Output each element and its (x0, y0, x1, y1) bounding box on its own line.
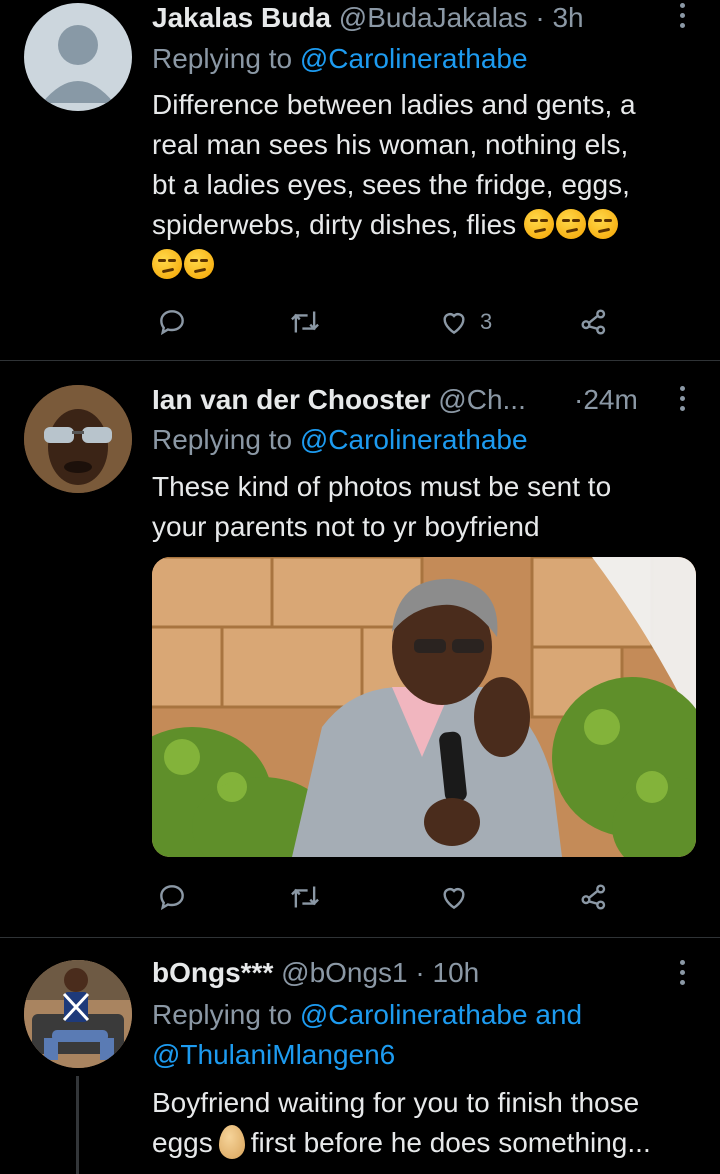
tweet-text-fragment: eggs (152, 1127, 213, 1158)
smirking-face-emoji (555, 209, 586, 239)
share-button[interactable] (578, 302, 610, 342)
tweet-header: Ian van der Chooster @Ch... (152, 384, 630, 416)
separator-dot: · (574, 384, 584, 415)
tweet-text: These kind of photos must be sent to you… (152, 467, 692, 547)
mention-link[interactable]: @Carolinerathabe (300, 43, 528, 74)
tweet-text-line: Boyfriend waiting for you to finish thos… (152, 1087, 640, 1118)
replying-and: and (527, 999, 583, 1030)
more-options-icon[interactable] (678, 386, 686, 411)
reply-icon (160, 885, 184, 911)
tweet-actions (152, 877, 622, 917)
tweet-text-line-with-emoji: eggs first before he does something... (152, 1123, 712, 1163)
author-handle[interactable]: @bOngs1 (281, 957, 408, 988)
tweet-time-group: ·24m (574, 384, 638, 416)
share-icon (581, 309, 606, 335)
author-handle[interactable]: @Ch... (438, 384, 526, 415)
tweet-text-line: bt a ladies eyes, sees the fridge, eggs, (152, 169, 630, 200)
replying-to: Replying to @Carolinerathabe (152, 424, 528, 456)
replying-to: Replying to @Carolinerathabe and (152, 999, 582, 1031)
replying-prefix: Replying to (152, 999, 300, 1030)
retweet-icon (291, 311, 319, 333)
like-button[interactable]: 3 (438, 302, 492, 342)
tweet-text-line: Difference between ladies and gents, a (152, 89, 636, 120)
tweet-photo[interactable] (152, 557, 696, 857)
avatar-ian[interactable] (24, 385, 132, 493)
share-button[interactable] (578, 877, 610, 917)
like-button[interactable] (438, 877, 470, 917)
author-name[interactable]: Ian van der Chooster (152, 384, 431, 415)
tweet-text-line: your parents not to yr boyfriend (152, 511, 540, 542)
smirking-face-emoji (152, 249, 182, 279)
more-options-icon[interactable] (678, 3, 686, 28)
tweet-text: Difference between ladies and gents, a r… (152, 85, 692, 285)
emoji-line (152, 245, 692, 285)
heart-icon (443, 313, 465, 335)
replying-prefix: Replying to (152, 424, 300, 455)
timestamp[interactable]: 24m (583, 384, 637, 415)
author-name[interactable]: bOngs*** (152, 957, 273, 988)
mention-link[interactable]: @Carolinerathabe (300, 424, 528, 455)
retweet-button[interactable] (288, 877, 322, 917)
avatar-default[interactable] (24, 3, 132, 111)
tweet-header: bOngs*** @bOngs1 · 10h (152, 957, 660, 989)
tweet-3[interactable]: bOngs*** @bOngs1 · 10h Replying to @Caro… (0, 938, 720, 1174)
tweet-text-line: These kind of photos must be sent to (152, 471, 612, 502)
tweet-actions: 3 (152, 302, 622, 342)
retweet-icon (291, 886, 319, 908)
tweet-header: Jakalas Buda @BudaJakalas · 3h (152, 2, 660, 34)
replying-to: Replying to @Carolinerathabe (152, 43, 528, 75)
smirking-face-emoji (184, 249, 214, 279)
reply-icon (160, 310, 184, 336)
share-icon (581, 884, 606, 910)
tweet-1[interactable]: Jakalas Buda @BudaJakalas · 3h Replying … (0, 0, 720, 360)
tweet-text-line: real man sees his woman, nothing els, (152, 129, 629, 160)
like-count: 3 (480, 309, 493, 334)
author-handle[interactable]: @BudaJakalas (339, 2, 528, 33)
reply-button[interactable] (156, 302, 188, 342)
tweet-text-line-with-emoji: spiderwebs, dirty dishes, flies (152, 205, 692, 245)
mention-link[interactable]: @Carolinerathabe (300, 999, 528, 1030)
thread-line (76, 1076, 79, 1174)
replying-to-line-2: @ThulaniMlangen6 (152, 1039, 395, 1071)
smirking-face-emoji (587, 209, 618, 239)
retweet-button[interactable] (288, 302, 322, 342)
mention-link[interactable]: @ThulaniMlangen6 (152, 1039, 395, 1070)
smirking-face-emoji (523, 209, 554, 239)
heart-icon (443, 888, 465, 910)
avatar-bongs[interactable] (24, 960, 132, 1068)
tweet-text-fragment: first before he does something... (250, 1127, 651, 1158)
more-options-icon[interactable] (678, 960, 686, 985)
tweet-text: Boyfriend waiting for you to finish thos… (152, 1083, 712, 1163)
egg-emoji (218, 1125, 245, 1159)
separator-dot: · (535, 2, 545, 33)
timestamp[interactable]: 3h (552, 2, 583, 33)
separator-dot: · (415, 957, 425, 988)
replying-prefix: Replying to (152, 43, 300, 74)
timestamp[interactable]: 10h (433, 957, 480, 988)
author-name[interactable]: Jakalas Buda (152, 2, 331, 33)
tweet-text-line: spiderwebs, dirty dishes, flies (152, 209, 517, 240)
reply-button[interactable] (156, 877, 188, 917)
